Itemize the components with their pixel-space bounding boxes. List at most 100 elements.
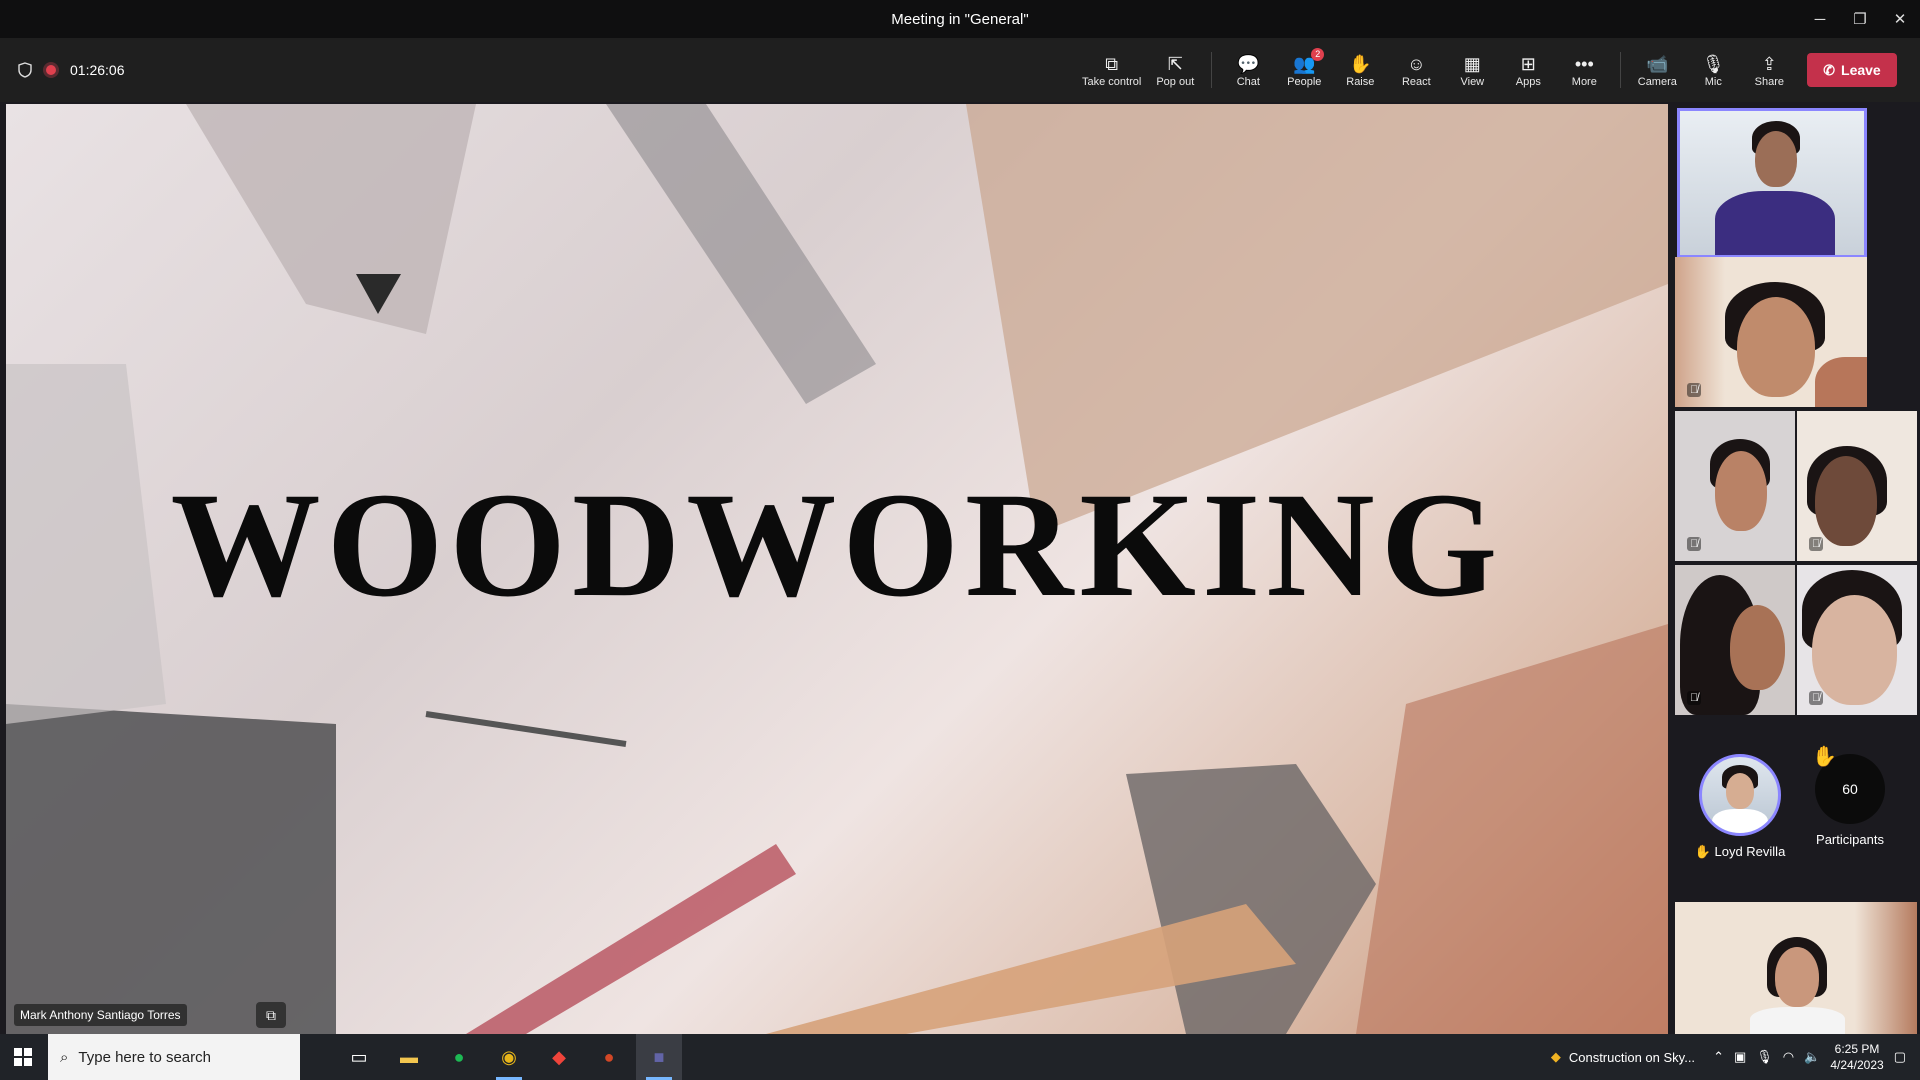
- participant-face: [1737, 297, 1815, 397]
- wifi-icon[interactable]: ◠: [1783, 1049, 1794, 1065]
- video-tile-participant[interactable]: 🎙̸: [1797, 565, 1917, 715]
- video-tile-participant[interactable]: 🎙̸: [1675, 565, 1795, 715]
- apps-button[interactable]: ⊞ Apps: [1500, 38, 1556, 102]
- spotify-icon[interactable]: ●: [436, 1034, 482, 1080]
- chevron-up-icon[interactable]: ⌃: [1713, 1049, 1724, 1065]
- recording-icon: [46, 65, 56, 75]
- camera-icon: 📹: [1646, 54, 1669, 74]
- taskbar-search[interactable]: ⌕ Type here to search: [48, 1034, 300, 1080]
- chat-button[interactable]: 💬 Chat: [1220, 38, 1276, 102]
- close-button[interactable]: ✕: [1880, 0, 1920, 38]
- video-tile-participant[interactable]: 🎙̸: [1675, 257, 1867, 407]
- system-tray: ◆ Construction on Sky... ⌃ ▣ 🎙 ◠ 🔈 6:25 …: [1551, 1034, 1920, 1080]
- raise-label: Raise: [1346, 76, 1375, 88]
- apps-label: Apps: [1515, 76, 1541, 88]
- participants-count-tile[interactable]: ✋ 60 Participants: [1800, 746, 1900, 847]
- video-tile-participant[interactable]: 🎙̸: [1797, 411, 1917, 561]
- volume-icon[interactable]: 🔈: [1804, 1049, 1820, 1065]
- start-button[interactable]: [0, 1034, 46, 1080]
- more-button[interactable]: ••• More: [1556, 38, 1612, 102]
- participant-face: [1775, 947, 1819, 1007]
- hand-icon: ✋: [1694, 844, 1711, 859]
- video-tile-participant[interactable]: 🎙̸: [1675, 411, 1795, 561]
- grid-icon: ▦: [1463, 54, 1481, 74]
- mic-muted-icon: 🎙̸: [1809, 537, 1824, 551]
- clock[interactable]: 6:25 PM 4/24/2023: [1830, 1041, 1883, 1073]
- presenter-name-tag: Mark Anthony Santiago Torres: [14, 1004, 187, 1026]
- powerpoint-icon[interactable]: ●: [586, 1034, 632, 1080]
- file-explorer-icon[interactable]: ▬: [386, 1034, 432, 1080]
- mic-muted-icon: 🎙̸: [1687, 383, 1702, 397]
- meeting-status: 01:26:06: [18, 38, 125, 102]
- mic-muted-icon: 🎙̸: [1687, 537, 1702, 551]
- hand-icon: ✋: [1812, 746, 1837, 768]
- chrome-icon[interactable]: ◉: [486, 1034, 532, 1080]
- people-button[interactable]: 👥 2 People: [1276, 38, 1332, 102]
- slide-title: WOODWORKING: [170, 462, 1504, 628]
- camera-button[interactable]: 📹 Camera: [1629, 38, 1685, 102]
- weather-widget[interactable]: Construction on Sky...: [1569, 1050, 1695, 1065]
- participants-label: Participants: [1816, 832, 1884, 847]
- search-placeholder: Type here to search: [78, 1048, 211, 1066]
- video-tile-presenter[interactable]: [1677, 108, 1867, 258]
- video-tile-participant[interactable]: [1675, 902, 1917, 1034]
- react-label: React: [1401, 76, 1431, 88]
- raised-hand-participant[interactable]: ✋ Loyd Revilla: [1690, 754, 1790, 860]
- avatar-face: [1726, 773, 1754, 809]
- take-control-icon: ⧉: [1105, 54, 1119, 74]
- notifications-icon[interactable]: ▢: [1894, 1049, 1906, 1065]
- take-control-label: Take control: [1082, 76, 1142, 88]
- windows-logo-icon: [14, 1048, 32, 1066]
- share-icon: ⇪: [1761, 54, 1777, 74]
- people-badge: 2: [1311, 48, 1325, 61]
- restore-button[interactable]: ❐: [1840, 0, 1880, 38]
- meeting-timer: 01:26:06: [70, 62, 125, 78]
- participant-face: [1715, 451, 1767, 531]
- shared-screen[interactable]: WOODWORKING Mark Anthony Santiago Torres…: [6, 104, 1668, 1034]
- mic-button[interactable]: 🎙 Mic: [1685, 38, 1741, 102]
- window-title: Meeting in "General": [891, 10, 1029, 28]
- more-icon: •••: [1574, 54, 1594, 74]
- toolbar-divider: [1620, 52, 1622, 88]
- smiley-icon: ☺: [1407, 54, 1426, 74]
- clock-time: 6:25 PM: [1834, 1042, 1880, 1056]
- search-icon: ⌕: [60, 1048, 69, 1066]
- raised-hand-label: ✋ Loyd Revilla: [1690, 844, 1790, 860]
- pop-out-button[interactable]: ⇱ Pop out: [1147, 38, 1203, 102]
- view-button[interactable]: ▦ View: [1444, 38, 1500, 102]
- clock-date: 4/24/2023: [1830, 1058, 1884, 1072]
- minimize-button[interactable]: ─: [1800, 0, 1840, 38]
- avatar-shirt: [1712, 809, 1768, 833]
- chat-label: Chat: [1236, 76, 1260, 88]
- video-toggle-button[interactable]: ⧉: [256, 1002, 286, 1028]
- react-button[interactable]: ☺ React: [1388, 38, 1444, 102]
- share-button[interactable]: ⇪ Share: [1741, 38, 1797, 102]
- take-control-button[interactable]: ⧉ Take control: [1076, 38, 1147, 102]
- mic-muted-icon: 🎙: [1701, 54, 1725, 74]
- leave-label: Leave: [1841, 62, 1881, 78]
- meet-now-icon[interactable]: ▣: [1734, 1049, 1746, 1065]
- camera-label: Camera: [1637, 76, 1677, 88]
- pop-out-label: Pop out: [1156, 76, 1195, 88]
- teams-icon[interactable]: ■: [636, 1034, 682, 1080]
- participant-shirt: [1750, 1007, 1845, 1034]
- anydesk-icon[interactable]: ◆: [536, 1034, 582, 1080]
- apps-icon: ⊞: [1520, 54, 1536, 74]
- raise-hand-button[interactable]: ✋ Raise: [1332, 38, 1388, 102]
- hand-icon: ✋: [1349, 54, 1372, 74]
- participant-face: [1755, 131, 1797, 187]
- participant-shirt: [1715, 191, 1835, 255]
- view-label: View: [1460, 76, 1485, 88]
- task-view-icon[interactable]: ▭: [336, 1034, 382, 1080]
- leave-button[interactable]: ✆ Leave: [1807, 53, 1897, 87]
- phone-hangup-icon: ✆: [1823, 61, 1836, 78]
- toolbar-actions: ⧉ Take control ⇱ Pop out 💬 Chat 👥 2 Peop…: [1076, 38, 1797, 102]
- participants-rail: 🎙̸ 🎙̸ 🎙̸ 🎙̸ 🎙̸ ✋ Loyd Revilla ✋ 60 Parti…: [1672, 104, 1920, 1034]
- people-label: People: [1287, 76, 1322, 88]
- participant-name: Loyd Revilla: [1714, 844, 1786, 859]
- weather-icon: ◆: [1550, 1049, 1561, 1064]
- participant-face: [1815, 456, 1877, 546]
- pop-out-icon: ⇱: [1167, 54, 1183, 74]
- share-label: Share: [1754, 76, 1784, 88]
- microphone-icon[interactable]: 🎙: [1756, 1049, 1773, 1065]
